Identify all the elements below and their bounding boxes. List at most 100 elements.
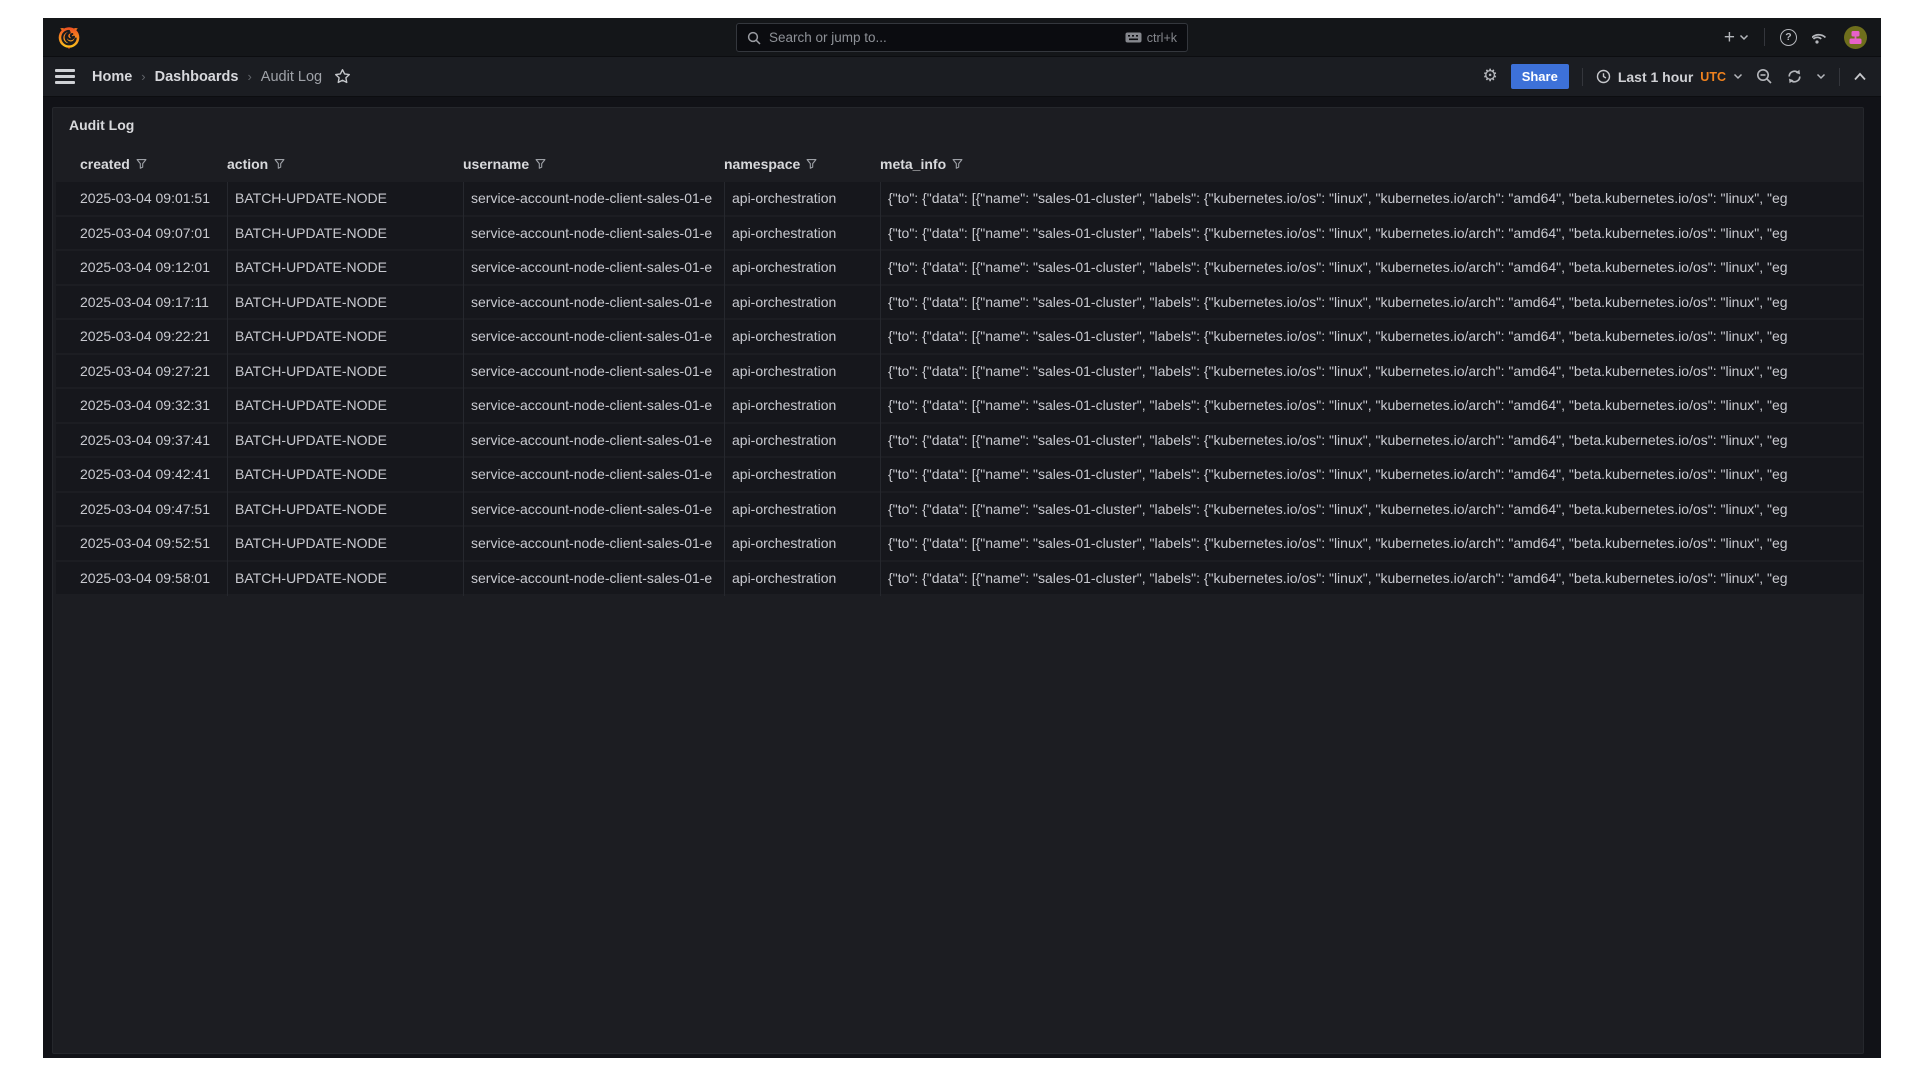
breadcrumb-separator: › bbox=[141, 69, 145, 84]
cell-meta_info: {"to": {"data": [{"name": "sales-01-clus… bbox=[880, 527, 1863, 560]
table-row[interactable]: 2025-03-04 09:12:01BATCH-UPDATE-NODEserv… bbox=[56, 251, 1863, 284]
cell-action: BATCH-UPDATE-NODE bbox=[227, 251, 463, 284]
dashboard-actions: ⚙ Share Last 1 hour UTC bbox=[1482, 64, 1867, 89]
zoom-out-time-button[interactable] bbox=[1756, 68, 1773, 85]
cell-username: service-account-node-client-sales-01-e bbox=[463, 424, 724, 457]
cell-created: 2025-03-04 09:32:31 bbox=[56, 389, 227, 422]
cell-namespace: api-orchestration bbox=[724, 320, 880, 353]
divider bbox=[1764, 28, 1765, 46]
filter-icon[interactable] bbox=[535, 158, 546, 170]
cell-created: 2025-03-04 09:52:51 bbox=[56, 527, 227, 560]
column-header-namespace[interactable]: namespace bbox=[724, 156, 880, 172]
refresh-button[interactable] bbox=[1786, 68, 1803, 85]
cell-username: service-account-node-client-sales-01-e bbox=[463, 217, 724, 250]
search-input[interactable]: Search or jump to... ctrl+k bbox=[736, 23, 1188, 52]
table-row[interactable]: 2025-03-04 09:58:01BATCH-UPDATE-NODEserv… bbox=[56, 562, 1863, 595]
cell-action: BATCH-UPDATE-NODE bbox=[227, 286, 463, 319]
breadcrumb-separator: › bbox=[247, 69, 251, 84]
zoom-out-icon bbox=[1756, 68, 1773, 85]
cell-meta_info: {"to": {"data": [{"name": "sales-01-clus… bbox=[880, 286, 1863, 319]
cell-action: BATCH-UPDATE-NODE bbox=[227, 527, 463, 560]
dashboard-canvas: Audit Log created action username bbox=[43, 97, 1881, 1057]
new-menu-button[interactable]: + bbox=[1724, 28, 1749, 47]
shortcut-text: ctrl+k bbox=[1147, 31, 1177, 45]
cell-namespace: api-orchestration bbox=[724, 251, 880, 284]
table-header: created action username bbox=[56, 146, 1863, 182]
rss-icon bbox=[1812, 29, 1829, 46]
filter-icon[interactable] bbox=[952, 158, 963, 170]
top-nav-actions: + ? bbox=[1724, 26, 1881, 49]
top-nav-bar: Search or jump to... ctrl+k + bbox=[43, 18, 1881, 57]
cell-meta_info: {"to": {"data": [{"name": "sales-01-clus… bbox=[880, 251, 1863, 284]
filter-icon[interactable] bbox=[136, 158, 147, 170]
cell-username: service-account-node-client-sales-01-e bbox=[463, 251, 724, 284]
cell-meta_info: {"to": {"data": [{"name": "sales-01-clus… bbox=[880, 320, 1863, 353]
settings-button[interactable]: ⚙ bbox=[1482, 68, 1497, 85]
cell-username: service-account-node-client-sales-01-e bbox=[463, 355, 724, 388]
favorite-button[interactable] bbox=[334, 68, 351, 85]
column-header-action[interactable]: action bbox=[227, 156, 463, 172]
cell-namespace: api-orchestration bbox=[724, 527, 880, 560]
table-row[interactable]: 2025-03-04 09:52:51BATCH-UPDATE-NODEserv… bbox=[56, 527, 1863, 560]
clock-icon bbox=[1596, 69, 1611, 84]
cell-meta_info: {"to": {"data": [{"name": "sales-01-clus… bbox=[880, 424, 1863, 457]
cell-action: BATCH-UPDATE-NODE bbox=[227, 389, 463, 422]
table-row[interactable]: 2025-03-04 09:27:21BATCH-UPDATE-NODEserv… bbox=[56, 355, 1863, 388]
cell-namespace: api-orchestration bbox=[724, 217, 880, 250]
star-icon bbox=[334, 68, 351, 85]
table-row[interactable]: 2025-03-04 09:42:41BATCH-UPDATE-NODEserv… bbox=[56, 458, 1863, 491]
menu-toggle-button[interactable] bbox=[55, 69, 75, 84]
table-row[interactable]: 2025-03-04 09:47:51BATCH-UPDATE-NODEserv… bbox=[56, 493, 1863, 526]
refresh-interval-chevron-icon[interactable] bbox=[1816, 73, 1826, 80]
table-row[interactable]: 2025-03-04 09:37:41BATCH-UPDATE-NODEserv… bbox=[56, 424, 1863, 457]
cell-created: 2025-03-04 09:37:41 bbox=[56, 424, 227, 457]
column-header-created[interactable]: created bbox=[56, 156, 227, 172]
cell-action: BATCH-UPDATE-NODE bbox=[227, 355, 463, 388]
time-range-picker[interactable]: Last 1 hour UTC bbox=[1596, 69, 1743, 85]
share-button[interactable]: Share bbox=[1511, 64, 1569, 89]
divider bbox=[1839, 68, 1840, 86]
table-row[interactable]: 2025-03-04 09:32:31BATCH-UPDATE-NODEserv… bbox=[56, 389, 1863, 422]
user-avatar[interactable] bbox=[1844, 26, 1867, 49]
chevron-down-icon bbox=[1739, 34, 1749, 41]
breadcrumb-home[interactable]: Home bbox=[92, 69, 132, 85]
cell-namespace: api-orchestration bbox=[724, 389, 880, 422]
plus-icon: + bbox=[1724, 28, 1735, 47]
avatar-figure-icon bbox=[1847, 29, 1864, 46]
cell-created: 2025-03-04 09:42:41 bbox=[56, 458, 227, 491]
column-header-username[interactable]: username bbox=[463, 156, 724, 172]
column-header-meta-info[interactable]: meta_info bbox=[880, 156, 1863, 172]
cell-namespace: api-orchestration bbox=[724, 355, 880, 388]
breadcrumb-dashboards[interactable]: Dashboards bbox=[155, 69, 239, 85]
search-icon bbox=[747, 31, 761, 45]
help-button[interactable]: ? bbox=[1780, 29, 1797, 46]
cell-username: service-account-node-client-sales-01-e bbox=[463, 458, 724, 491]
table-row[interactable]: 2025-03-04 09:17:11BATCH-UPDATE-NODEserv… bbox=[56, 286, 1863, 319]
collapse-controls-button[interactable] bbox=[1853, 72, 1867, 81]
refresh-icon bbox=[1786, 68, 1803, 85]
table-row[interactable]: 2025-03-04 09:07:01BATCH-UPDATE-NODEserv… bbox=[56, 217, 1863, 250]
cell-action: BATCH-UPDATE-NODE bbox=[227, 424, 463, 457]
cell-username: service-account-node-client-sales-01-e bbox=[463, 493, 724, 526]
news-button[interactable] bbox=[1812, 29, 1829, 46]
cell-action: BATCH-UPDATE-NODE bbox=[227, 562, 463, 595]
cell-meta_info: {"to": {"data": [{"name": "sales-01-clus… bbox=[880, 389, 1863, 422]
cell-meta_info: {"to": {"data": [{"name": "sales-01-clus… bbox=[880, 493, 1863, 526]
filter-icon[interactable] bbox=[274, 158, 285, 170]
cell-created: 2025-03-04 09:01:51 bbox=[56, 182, 227, 215]
timezone-label: UTC bbox=[1700, 70, 1726, 84]
column-divider bbox=[227, 182, 228, 596]
table-row[interactable]: 2025-03-04 09:22:21BATCH-UPDATE-NODEserv… bbox=[56, 320, 1863, 353]
cell-created: 2025-03-04 09:17:11 bbox=[56, 286, 227, 319]
cell-username: service-account-node-client-sales-01-e bbox=[463, 182, 724, 215]
cell-created: 2025-03-04 09:58:01 bbox=[56, 562, 227, 595]
filter-icon[interactable] bbox=[806, 158, 817, 170]
table-row[interactable]: 2025-03-04 09:01:51BATCH-UPDATE-NODEserv… bbox=[56, 182, 1863, 215]
cell-action: BATCH-UPDATE-NODE bbox=[227, 458, 463, 491]
divider bbox=[1582, 68, 1583, 86]
grafana-window: Search or jump to... ctrl+k + bbox=[43, 18, 1881, 1058]
cell-action: BATCH-UPDATE-NODE bbox=[227, 217, 463, 250]
grafana-logo-icon[interactable] bbox=[56, 24, 82, 50]
search-placeholder: Search or jump to... bbox=[769, 30, 1125, 45]
panel-title[interactable]: Audit Log bbox=[53, 108, 1863, 142]
